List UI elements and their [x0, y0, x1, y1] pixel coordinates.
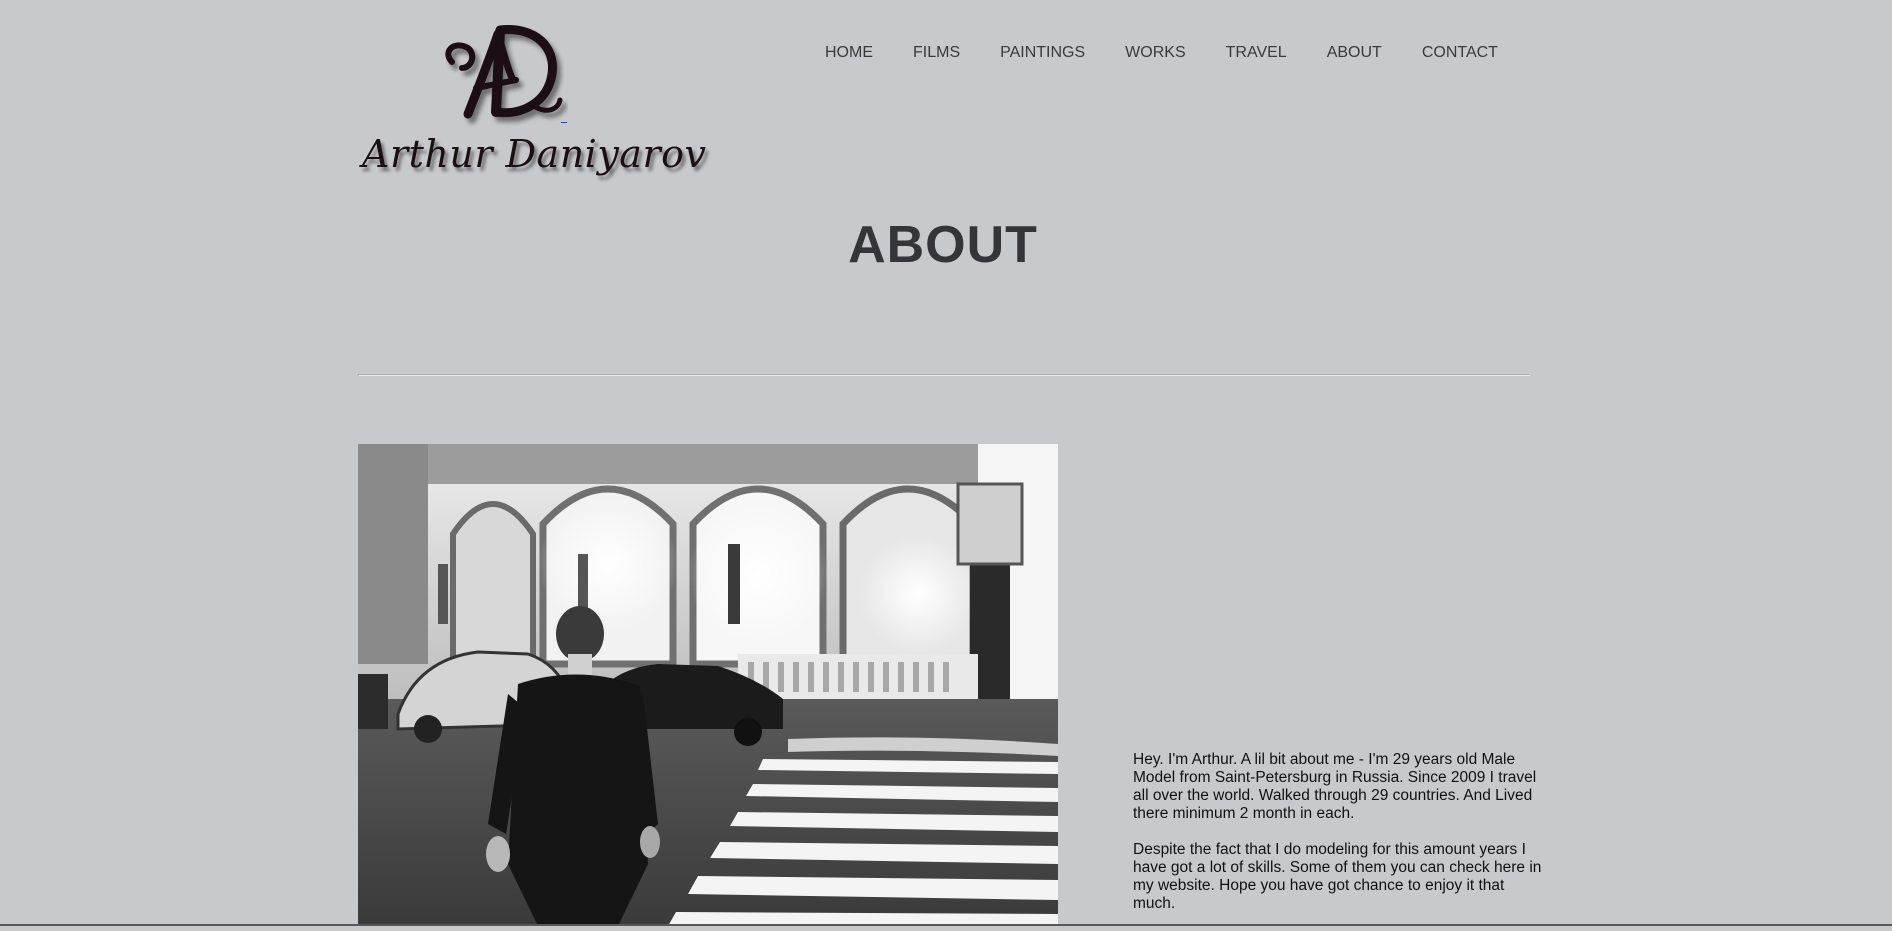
logo-underline-mark — [561, 122, 567, 123]
nav-link-films[interactable]: FILMS — [893, 42, 980, 64]
nav-item-travel: TRAVEL — [1206, 42, 1307, 64]
logo-brand-name: Arthur Daniyarov — [362, 132, 707, 176]
about-photo — [358, 444, 1058, 926]
nav-item-films: FILMS — [893, 42, 980, 64]
nav-link-contact[interactable]: CONTACT — [1402, 42, 1518, 64]
bio-paragraph-2: Despite the fact that I do modeling for … — [1133, 841, 1542, 912]
section-divider — [358, 374, 1530, 376]
nav-link-about[interactable]: ABOUT — [1307, 42, 1402, 64]
nav-link-works[interactable]: WORKS — [1105, 42, 1205, 64]
main-navigation: HOME FILMS PAINTINGS WORKS TRAVEL ABOUT … — [805, 42, 1518, 64]
nav-link-home[interactable]: HOME — [805, 42, 893, 64]
bio-text: Hey. I'm Arthur. A lil bit about me - I'… — [1133, 751, 1543, 931]
nav-item-contact: CONTACT — [1402, 42, 1518, 64]
nav-item-works: WORKS — [1105, 42, 1205, 64]
nav-link-travel[interactable]: TRAVEL — [1206, 42, 1307, 64]
site-logo[interactable]: Arthur Daniyarov — [358, 18, 706, 183]
page-title: ABOUT — [848, 216, 1038, 274]
street-photo-icon — [358, 444, 1058, 926]
bio-paragraph-1: Hey. I'm Arthur. A lil bit about me - I'… — [1133, 751, 1537, 822]
monogram-logo-icon — [445, 25, 563, 119]
nav-item-paintings: PAINTINGS — [980, 42, 1105, 64]
nav-item-about: ABOUT — [1307, 42, 1402, 64]
nav-link-paintings[interactable]: PAINTINGS — [980, 42, 1105, 64]
nav-item-home: HOME — [805, 42, 893, 64]
